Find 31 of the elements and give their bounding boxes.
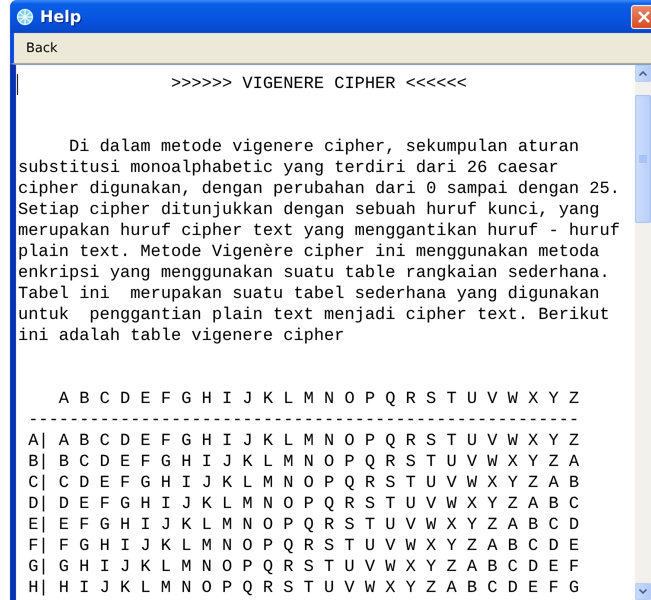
- scroll-up-button[interactable]: [635, 65, 651, 82]
- row-label: A|: [28, 431, 49, 452]
- row-letters: B C D E F G H I J K L M N O P Q R S T U V W X Y Z A: [58, 452, 580, 473]
- close-button[interactable]: [631, 4, 651, 28]
- row-label: D|: [28, 494, 49, 515]
- menu-item[interactable]: Back: [22, 38, 62, 58]
- scrollbar[interactable]: [635, 65, 651, 600]
- text-cursor: [17, 74, 18, 95]
- scroll-down-button[interactable]: [635, 583, 651, 600]
- row-letters: E F G H I J K L M N O P Q R S T U V W X Y Z A B C D: [58, 515, 580, 536]
- scroll-thumb[interactable]: [635, 95, 651, 223]
- row-letters: H I J K L M N O P Q R S T U V W X Y Z A B C D E F G: [58, 578, 580, 599]
- grip-icon: [639, 155, 647, 163]
- row-label: E|: [28, 515, 49, 536]
- document-heading: >>>>>> VIGENERE CIPHER <<<<<<: [170, 74, 468, 95]
- row-label: C|: [28, 473, 49, 494]
- document-paragraph: Di dalam metode vigenere cipher, sekumpulan aturan substitusi monoalphabetic yang terdiri dari 26 caesar cipher digunakan, dengan perubahan dari 0 sampai dengan 25. Setiap cipher ditunjukkan dengan sebuah huruf kunci, yang merupakan huruf cipher text yang menggantikan huruf - huruf plain text. Metode Vigenère cipher ini menggunakan metoda enkripsi yang menggunakan suatu table rangkaian sederhana. Tabel ini merupakan suatu tabel sederhana yang digunakan untuk penggantian plain text menjadi cipher text. Berikut ini adalah table vigenere cipher: [18, 137, 621, 347]
- row-letters: D E F G H I J K L M N O P Q R S T U V W X Y Z A B C: [58, 494, 580, 515]
- row-label: B|: [28, 452, 49, 473]
- globe-icon: [16, 8, 34, 26]
- row-letters: G H I J K L M N O P Q R S T U V W X Y Z A B C D E F: [58, 557, 580, 578]
- row-label: F|: [28, 536, 49, 557]
- window-title: Help: [40, 7, 82, 26]
- row-letters: A B C D E F G H I J K L M N O P Q R S T U V W X Y Z: [58, 431, 580, 452]
- table-header-row-text: A B C D E F G H I J K L M N O P Q R S T U V W X Y Z: [58, 389, 580, 410]
- row-letters: C D E F G H I J K L M N O P Q R S T U V W X Y Z A B: [58, 473, 580, 494]
- table-separator: ------------------------------------------------------: [27, 410, 580, 431]
- close-icon: [638, 10, 650, 22]
- row-letters: F G H I J K L M N O P Q R S T U V W X Y Z A B C D E: [58, 536, 580, 557]
- row-label: H|: [28, 578, 49, 599]
- row-label: G|: [28, 557, 49, 578]
